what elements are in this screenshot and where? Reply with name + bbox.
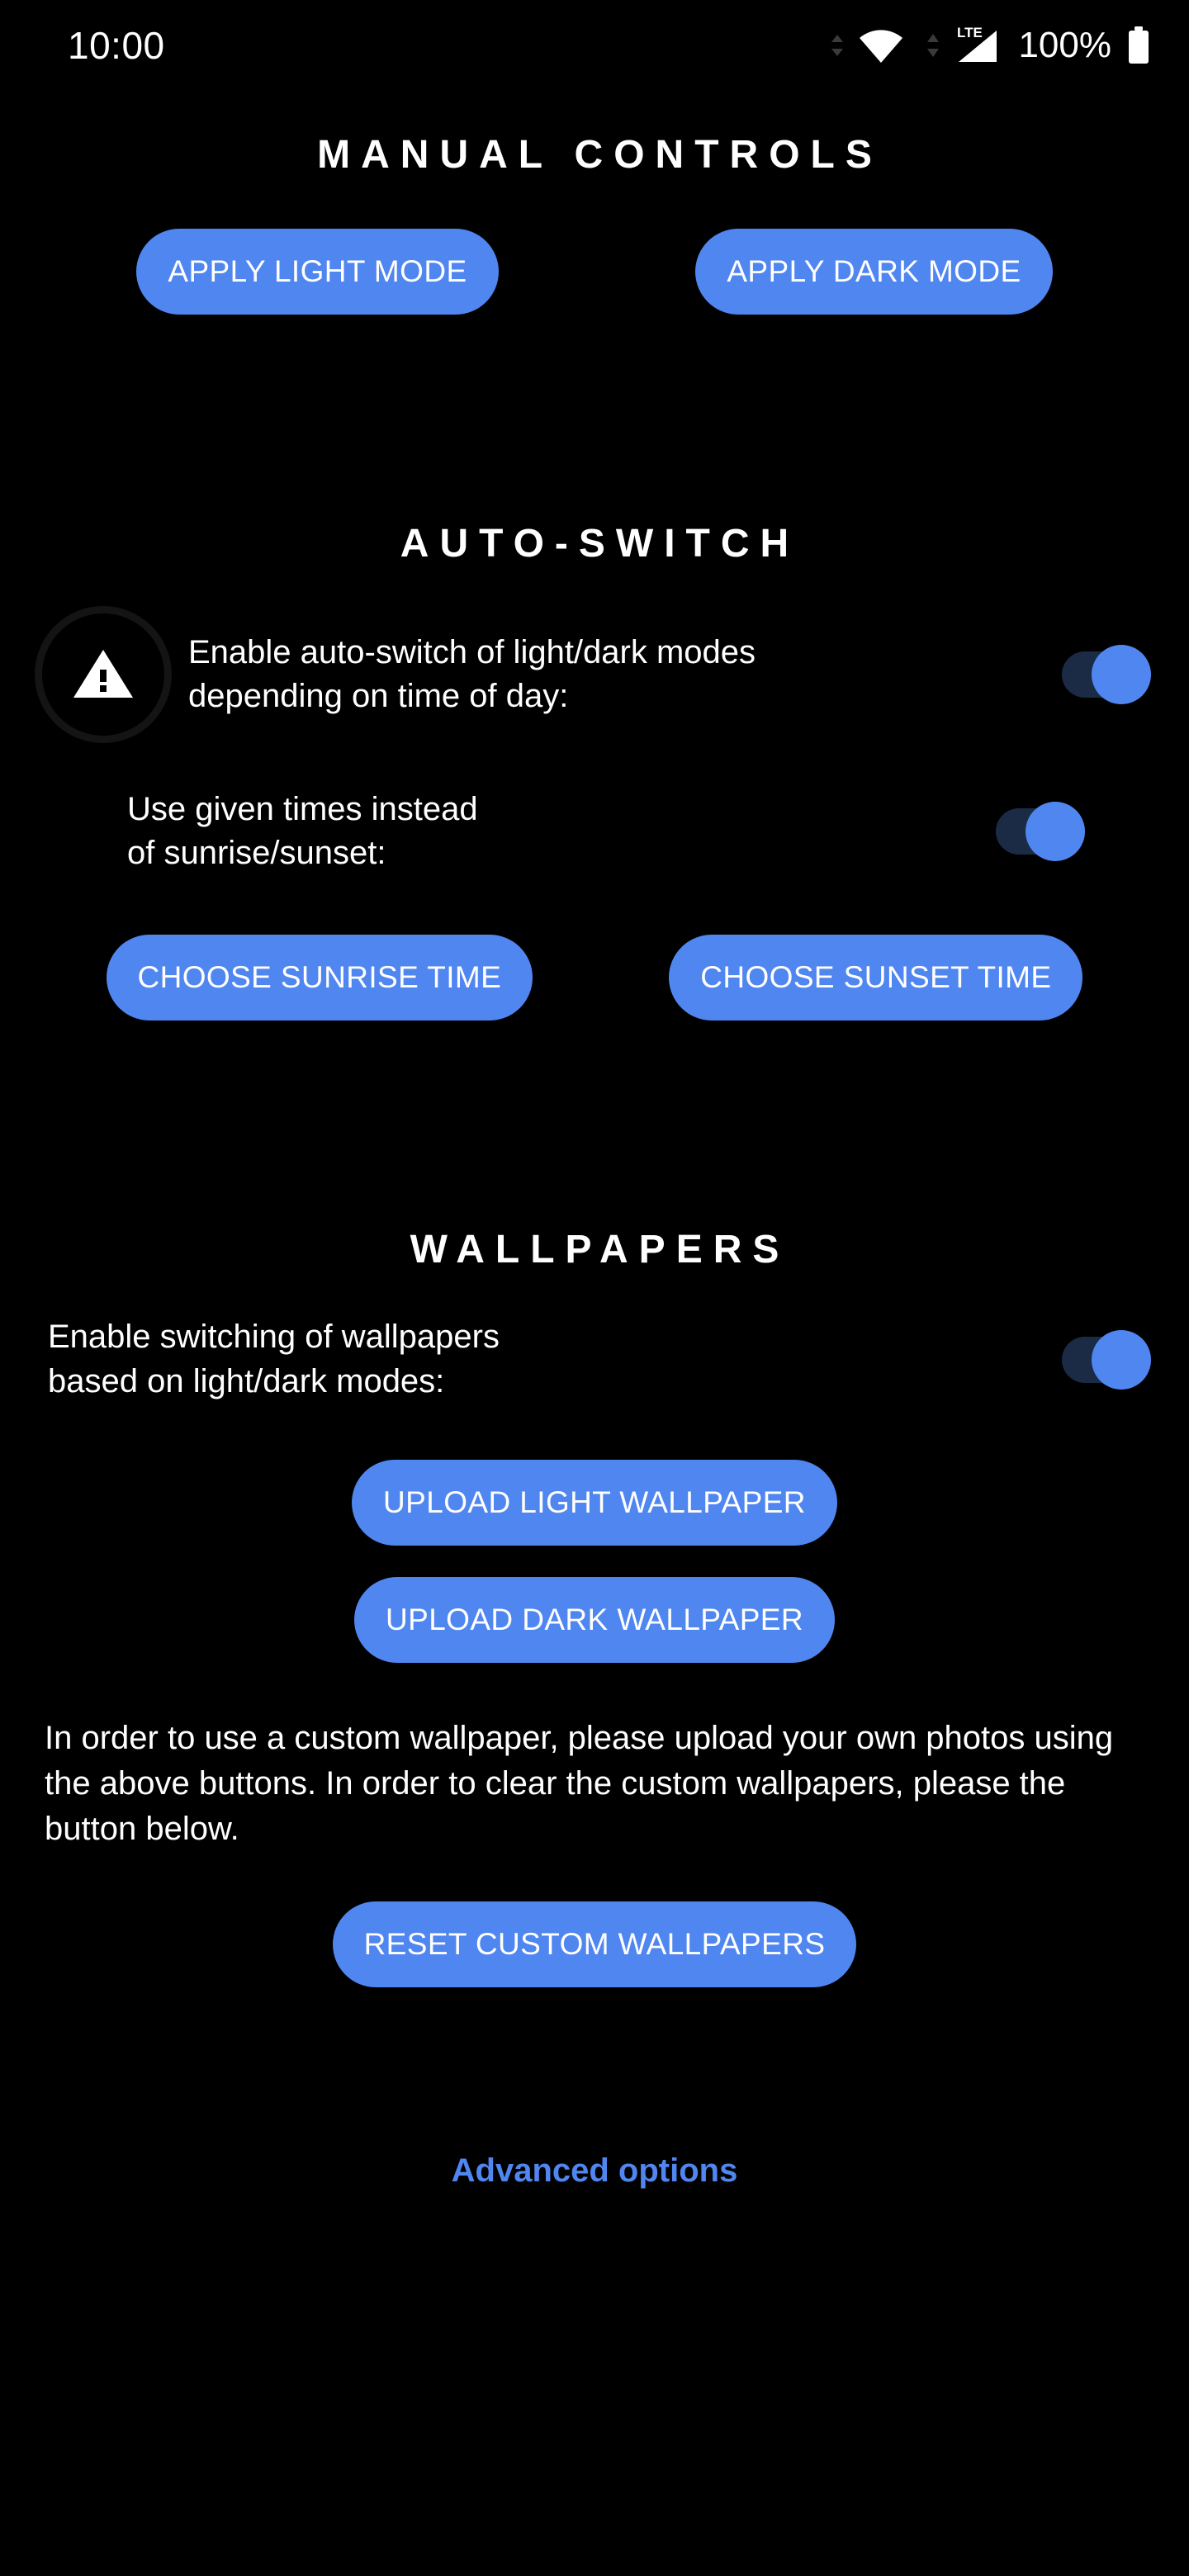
toggle-thumb xyxy=(1092,1329,1151,1390)
given-times-toggle[interactable] xyxy=(996,800,1085,863)
toggle-thumb xyxy=(1026,802,1085,862)
upload-light-wallpaper-button[interactable]: UPLOAD LIGHT WALLPAPER xyxy=(352,1459,837,1546)
reset-wallpapers-row: RESET CUSTOM WALLPAPERS xyxy=(0,1901,1189,1988)
wallpapers-description: In order to use a custom wallpaper, plea… xyxy=(45,1719,1114,1848)
given-times-label: Use given times instead of sunrise/sunse… xyxy=(33,788,976,875)
reset-custom-wallpapers-button[interactable]: RESET CUSTOM WALLPAPERS xyxy=(332,1901,857,1988)
time-picker-button-row: CHOOSE SUNRISE TIME CHOOSE SUNSET TIME xyxy=(0,935,1189,1021)
status-bar-icons: LTE 100% xyxy=(828,24,1151,67)
apply-light-mode-button[interactable]: APPLY LIGHT MODE xyxy=(136,229,499,315)
upload-dark-wallpaper-button[interactable]: UPLOAD DARK WALLPAPER xyxy=(354,1576,835,1663)
advanced-options-link[interactable]: Advanced options xyxy=(0,2152,1189,2190)
apply-dark-mode-button[interactable]: APPLY DARK MODE xyxy=(695,229,1053,315)
battery-full-icon xyxy=(1126,25,1151,66)
warning-triangle-glyph xyxy=(72,645,135,705)
upload-light-wallpaper-row: UPLOAD LIGHT WALLPAPER xyxy=(0,1459,1189,1546)
lte-signal-icon: LTE xyxy=(954,24,1002,67)
wallpapers-heading: WALLPAPERS xyxy=(410,1228,790,1272)
given-times-label-line1: Use given times instead xyxy=(127,791,478,827)
auto-switch-heading: AUTO-SWITCH xyxy=(400,522,800,566)
auto-switch-enable-label: Enable auto-switch of light/dark modes d… xyxy=(173,631,1042,718)
wallpapers-enable-label-line1: Enable switching of wallpapers xyxy=(48,1319,500,1356)
choose-sunrise-time-button[interactable]: CHOOSE SUNRISE TIME xyxy=(106,935,533,1021)
status-bar-clock: 10:00 xyxy=(68,24,165,67)
data-transfer-arrows-icon xyxy=(924,27,942,64)
given-times-row: Use given times instead of sunrise/sunse… xyxy=(0,788,1189,875)
auto-switch-enable-toggle[interactable] xyxy=(1062,643,1151,706)
wallpapers-enable-toggle[interactable] xyxy=(1062,1328,1151,1391)
wallpapers-enable-row: Enable switching of wallpapers based on … xyxy=(0,1315,1189,1403)
wallpapers-enable-label-line2: based on light/dark modes: xyxy=(48,1362,445,1399)
auto-switch-enable-row: Enable auto-switch of light/dark modes d… xyxy=(0,604,1189,745)
wallpapers-enable-label: Enable switching of wallpapers based on … xyxy=(33,1315,1042,1403)
manual-controls-heading: MANUAL CONTROLS xyxy=(317,133,883,177)
battery-percentage-label: 100% xyxy=(1018,25,1111,65)
status-bar: 10:00 LTE 100% xyxy=(0,0,1189,91)
given-times-label-line2: of sunrise/sunset: xyxy=(127,835,386,872)
auto-switch-enable-label-line2: depending on time of day: xyxy=(188,678,569,714)
auto-switch-enable-label-line1: Enable auto-switch of light/dark modes xyxy=(188,633,756,670)
manual-controls-button-row: APPLY LIGHT MODE APPLY DARK MODE xyxy=(0,229,1189,315)
wifi-icon xyxy=(858,26,904,64)
choose-sunset-time-button[interactable]: CHOOSE SUNSET TIME xyxy=(669,935,1083,1021)
data-transfer-arrows-icon xyxy=(828,29,846,62)
upload-dark-wallpaper-row: UPLOAD DARK WALLPAPER xyxy=(0,1576,1189,1663)
toggle-thumb xyxy=(1092,645,1151,704)
svg-text:LTE: LTE xyxy=(957,25,983,40)
warning-triangle-icon xyxy=(33,604,173,745)
